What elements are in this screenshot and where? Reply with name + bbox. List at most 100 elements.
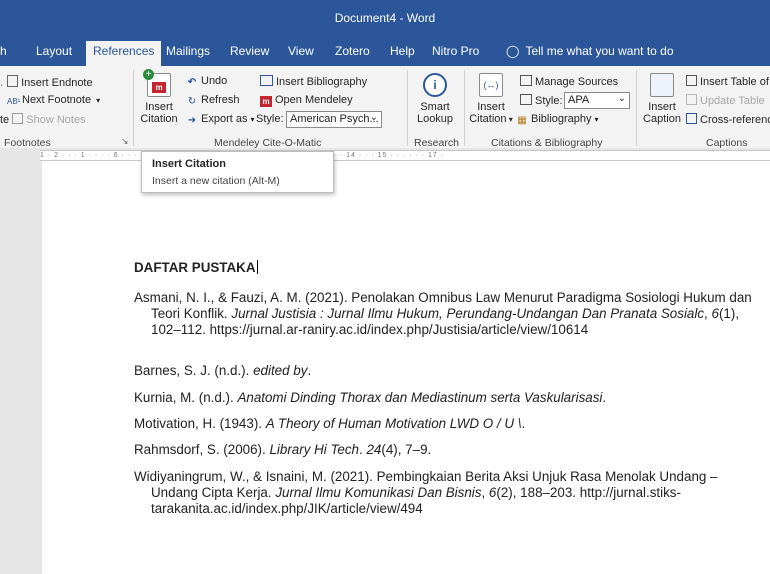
mendeley-style-select[interactable]: American Psych... ⌄ <box>286 111 382 128</box>
tooltip-description: Insert a new citation (Alt-M) <box>152 175 280 187</box>
reference-entry: Rahmsdorf, S. (2006). Library Hi Tech. 2… <box>134 442 759 458</box>
citation-style-select[interactable]: APA ⌄ <box>564 92 630 109</box>
table-of-figures-icon <box>686 75 697 86</box>
citation-icon: (↔) <box>479 73 503 97</box>
ref-volume: 6 <box>711 306 719 321</box>
smart-lookup-button[interactable]: i Smart Lookup <box>412 73 458 125</box>
open-mendeley-button[interactable]: m Open Mendeley <box>260 94 353 107</box>
show-notes-label: Show Notes <box>26 114 86 126</box>
cut-label: te <box>0 114 10 126</box>
mendeley-style-label: Style: <box>256 113 284 125</box>
insert-citation-button[interactable]: (↔) Insert Citation ▾ <box>468 73 514 126</box>
endnote-icon <box>7 75 19 87</box>
tab-home-cut[interactable]: h <box>0 44 7 58</box>
insert-endnote-button[interactable]: . Insert Endnote <box>0 75 93 89</box>
divider <box>636 70 637 146</box>
divider <box>133 70 134 146</box>
ref-source: edited by <box>253 363 308 378</box>
bibliography-book-icon: ▦ <box>517 115 527 126</box>
tell-me-search[interactable]: ◯ Tell me what you want to do <box>506 44 674 58</box>
bibliography-button[interactable]: ▦ Bibliography ▾ <box>516 113 599 126</box>
mendeley-style-value: American Psych... <box>290 113 379 125</box>
mendeley-insert-citation-button[interactable]: + m Insert Citation <box>137 69 181 125</box>
chevron-down-icon: ⌄ <box>369 112 378 123</box>
ref-volume: 24 <box>366 442 382 457</box>
insert-citation-label-2: Citation <box>140 113 178 125</box>
ref-sep: . <box>521 416 526 431</box>
chevron-down-icon: ▾ <box>594 115 599 124</box>
next-footnote-icon: AB¹ <box>7 97 21 106</box>
window-title: Document4 - Word <box>334 11 436 25</box>
title-bar: Document4 - Word <box>0 0 770 36</box>
reference-entry: Barnes, S. J. (n.d.). edited by. <box>134 363 759 379</box>
insert-caption-button[interactable]: Insert Caption <box>640 73 684 125</box>
next-footnote-button[interactable]: AB¹ Next Footnote ▾ <box>7 94 100 107</box>
reference-entry: Motivation, H. (1943). A Theory of Human… <box>134 416 759 432</box>
cross-reference-icon <box>686 113 697 124</box>
dialog-launcher-icon[interactable]: ↘ <box>121 136 129 147</box>
manage-sources-label: Manage Sources <box>535 76 619 88</box>
tab-zotero[interactable]: Zotero <box>335 44 370 58</box>
style-label-text: Style: <box>535 95 563 107</box>
bibliography-heading: DAFTAR PUSTAKA <box>134 260 258 276</box>
tab-view[interactable]: View <box>288 44 314 58</box>
bibliography-label: Bibliography <box>531 113 592 125</box>
manage-sources-button[interactable]: Manage Sources <box>520 75 618 88</box>
citation-style-label: Style: <box>520 94 563 107</box>
ref-tail: (4), 7–9. <box>381 442 432 457</box>
manage-sources-icon <box>520 75 532 86</box>
ref-sep: , <box>704 306 712 321</box>
chevron-down-icon: ▾ <box>250 115 255 124</box>
citation-style-value: APA <box>568 94 590 106</box>
chevron-down-icon: ▾ <box>96 96 101 105</box>
tooltip-title: Insert Citation <box>152 158 226 170</box>
ref-text: Kurnia, M. (n.d.). <box>134 390 238 405</box>
tab-layout[interactable]: Layout <box>36 44 72 58</box>
ref-sep: , <box>481 485 489 500</box>
mendeley-refresh-button[interactable]: ↻ Refresh <box>186 94 240 107</box>
export-label: Export as <box>201 113 248 125</box>
insert-endnote-label: Insert Endnote <box>21 77 93 89</box>
insert-caption-icon <box>650 73 674 97</box>
next-footnote-label: Next Footnote <box>22 94 92 106</box>
show-notes-icon <box>12 113 24 124</box>
insert-citation-label-1: Insert <box>145 101 173 113</box>
ref-source: Anatomi Dinding Thorax dan Mediastinum s… <box>237 390 603 405</box>
insert-citation-label-2: Citation <box>469 113 507 125</box>
bibliography-icon <box>260 75 273 86</box>
insert-caption-label-1: Insert <box>648 101 676 113</box>
ref-source: Library Hi Tech <box>269 442 360 457</box>
style-icon <box>520 94 532 105</box>
show-notes-button[interactable]: te Show Notes <box>0 113 86 126</box>
tab-references[interactable]: References <box>86 41 162 66</box>
reference-entry: Widiyaningrum, W., & Isnaini, M. (2021).… <box>134 469 759 517</box>
insert-bibliography-label: Insert Bibliography <box>276 76 368 88</box>
tab-nitro-pro[interactable]: Nitro Pro <box>432 44 479 58</box>
update-table-button[interactable]: Update Table <box>686 94 765 107</box>
ref-source: A Theory of Human Motivation LWD O / U \ <box>265 416 522 431</box>
ref-sep: . <box>307 363 312 378</box>
cross-reference-button[interactable]: Cross-referenc <box>686 113 770 126</box>
horizontal-ruler: 1 · 2 · · · 1 · · · · 6 · · · 7 · · · 8 … <box>0 148 770 161</box>
open-mendeley-label: Open Mendeley <box>275 94 353 106</box>
undo-label: Undo <box>201 75 228 87</box>
tab-review[interactable]: Review <box>230 44 269 58</box>
tab-help[interactable]: Help <box>390 44 415 58</box>
export-icon: ➜ <box>187 115 197 126</box>
mendeley-undo-button[interactable]: ↶ Undo <box>186 75 228 88</box>
ref-source: Jurnal Justisia : Jurnal Ilmu Hukum, Per… <box>231 306 705 321</box>
lightbulb-icon: ◯ <box>506 44 520 58</box>
undo-icon: ↶ <box>187 77 197 88</box>
insert-citation-tooltip: Insert Citation Insert a new citation (A… <box>141 151 334 193</box>
ref-sep: . <box>602 390 607 405</box>
divider <box>464 70 465 146</box>
heading-text: DAFTAR PUSTAKA <box>134 260 256 275</box>
chevron-down-icon: ⌄ <box>617 93 626 104</box>
update-table-icon <box>686 94 697 105</box>
insert-caption-label-2: Caption <box>643 113 681 125</box>
smart-lookup-label-1: Smart <box>420 101 450 113</box>
mendeley-export-button[interactable]: ➜ Export as ▾ <box>186 113 255 126</box>
insert-bibliography-button[interactable]: Insert Bibliography <box>260 75 367 88</box>
insert-table-of-figures-button[interactable]: Insert Table of <box>686 75 769 88</box>
tab-mailings[interactable]: Mailings <box>166 44 210 58</box>
